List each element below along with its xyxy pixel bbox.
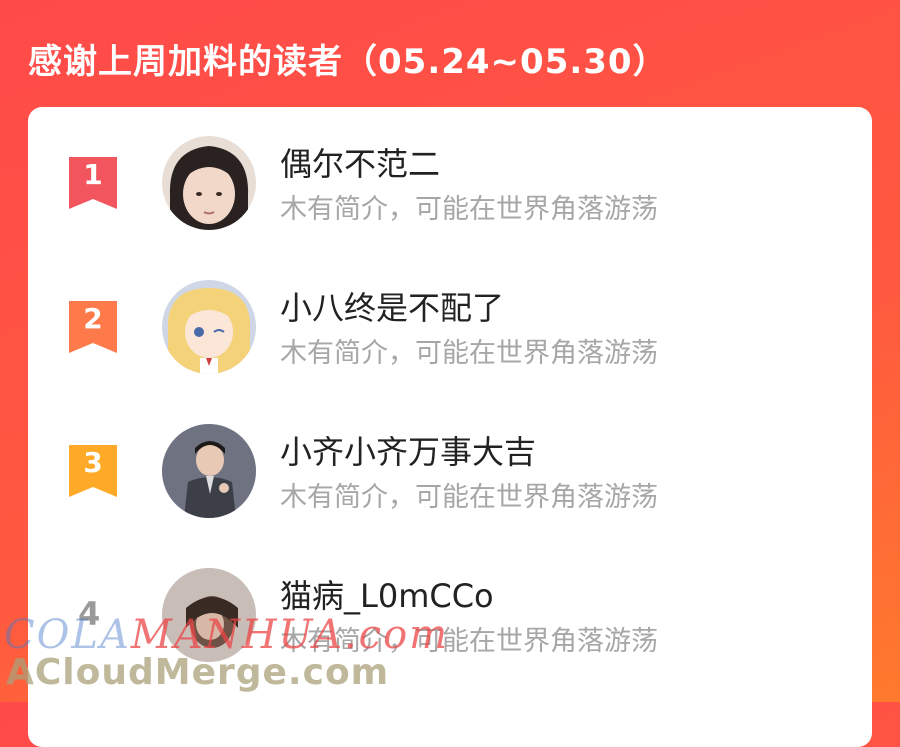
avatar[interactable]: [162, 280, 256, 374]
reader-row-1[interactable]: 1 偶尔不范二 木有简介，可能在世界角落游荡: [28, 107, 872, 237]
reader-name: 偶尔不范二: [280, 145, 441, 183]
reader-row-2[interactable]: 2 小八终是不配了 木有简介，可能在世界角落游荡: [28, 251, 872, 381]
avatar[interactable]: [162, 136, 256, 230]
reader-row-3[interactable]: 3 小齐小齐万事大吉 木有简介，可能在世界角落游荡: [28, 395, 872, 525]
rank-ribbon-1: 1: [69, 157, 117, 209]
watermark-line-2: ACloudMerge.com: [6, 652, 390, 693]
reader-bio: 木有简介，可能在世界角落游荡: [280, 338, 658, 369]
avatar[interactable]: [162, 424, 256, 518]
rank-number: 2: [83, 302, 103, 335]
reader-bio: 木有简介，可能在世界角落游荡: [280, 194, 658, 225]
reader-bio: 木有简介，可能在世界角落游荡: [280, 482, 658, 513]
rank-ribbon-3: 3: [69, 445, 117, 497]
rank-number: 1: [83, 158, 103, 191]
rank-number: 3: [83, 446, 103, 479]
reader-name: 小八终是不配了: [280, 289, 505, 327]
rank-ribbon-2: 2: [69, 301, 117, 353]
reader-name: 小齐小齐万事大吉: [280, 433, 537, 471]
reader-name: 猫病_L0mCCo: [280, 577, 494, 615]
page-title: 感谢上周加料的读者（05.24~05.30）: [28, 42, 668, 82]
